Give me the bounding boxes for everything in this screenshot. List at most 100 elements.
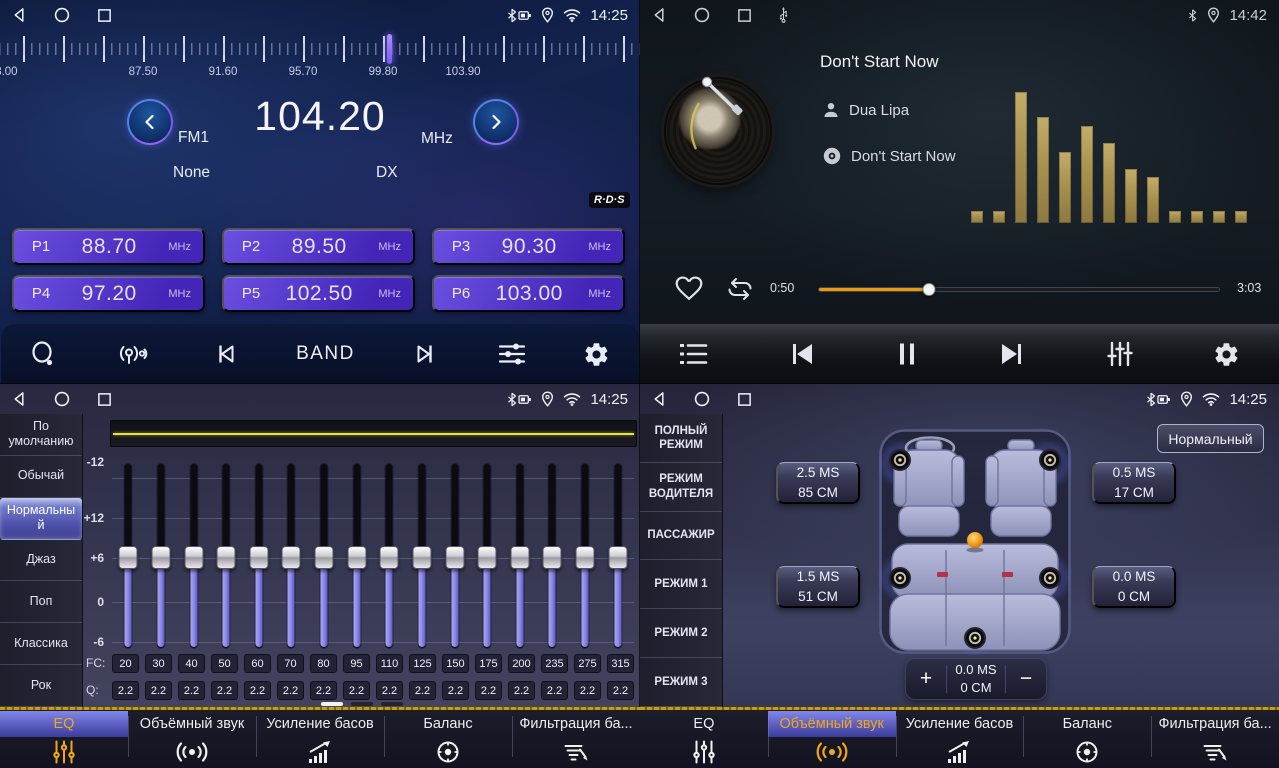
- eq-preset-item[interactable]: Джаз: [0, 540, 82, 582]
- slider-thumb[interactable]: [608, 546, 627, 569]
- slider-thumb[interactable]: [412, 546, 431, 569]
- slider-thumb[interactable]: [347, 546, 366, 569]
- q-value[interactable]: 2.2: [112, 681, 139, 700]
- fc-value[interactable]: 200: [508, 654, 535, 673]
- q-value[interactable]: 2.2: [409, 681, 436, 700]
- back-icon[interactable]: [652, 391, 667, 407]
- eq-band-slider[interactable]: [438, 462, 471, 650]
- fc-value[interactable]: 315: [607, 654, 634, 673]
- tuning-indicator[interactable]: [387, 34, 392, 64]
- q-value[interactable]: 2.2: [574, 681, 601, 700]
- settings-gear-icon[interactable]: [1213, 341, 1240, 368]
- q-value[interactable]: 2.2: [607, 681, 634, 700]
- rear-left-delay-button[interactable]: 1.5 MS 51 CM: [776, 566, 860, 608]
- audio-tab[interactable]: EQ: [0, 707, 128, 768]
- fc-value[interactable]: 235: [541, 654, 568, 673]
- eq-band-slider[interactable]: [145, 462, 178, 650]
- seek-up-button[interactable]: [473, 99, 519, 145]
- listening-mode-item[interactable]: ПАССАЖИР: [640, 512, 722, 561]
- eq-band-slider[interactable]: [112, 462, 145, 650]
- album-art[interactable]: [664, 77, 772, 185]
- progress-bar[interactable]: [818, 287, 1220, 292]
- q-value[interactable]: 2.2: [310, 681, 337, 700]
- eq-band-slider[interactable]: [601, 462, 634, 650]
- eq-band-slider[interactable]: [373, 462, 406, 650]
- listening-mode-item[interactable]: РЕЖИМ 2: [640, 609, 722, 658]
- fc-value[interactable]: 150: [442, 654, 469, 673]
- audio-tab[interactable]: Усиление басов: [896, 707, 1024, 768]
- eq-band-slider[interactable]: [243, 462, 276, 650]
- preset-button[interactable]: P3 90.30 MHz: [432, 228, 625, 265]
- next-station-icon[interactable]: [412, 340, 440, 368]
- q-value[interactable]: 2.2: [475, 681, 502, 700]
- slider-thumb[interactable]: [249, 546, 268, 569]
- listening-mode-item[interactable]: ПОЛНЫЙ РЕЖИМ: [640, 414, 722, 463]
- preset-button[interactable]: P2 89.50 MHz: [222, 228, 415, 265]
- eq-preset-item[interactable]: Рок: [0, 665, 82, 707]
- seek-down-button[interactable]: [127, 99, 173, 145]
- q-value[interactable]: 2.2: [343, 681, 370, 700]
- front-right-delay-button[interactable]: 0.5 MS 17 CM: [1092, 462, 1176, 504]
- recents-icon[interactable]: [737, 392, 752, 407]
- preset-button[interactable]: P4 97.20 MHz: [12, 275, 205, 312]
- preset-button[interactable]: P5 102.50 MHz: [222, 275, 415, 312]
- scan-search-icon[interactable]: [29, 339, 59, 369]
- fc-value[interactable]: 125: [409, 654, 436, 673]
- increase-delay-button[interactable]: +: [906, 666, 946, 692]
- q-value[interactable]: 2.2: [508, 681, 535, 700]
- fc-value[interactable]: 80: [310, 654, 337, 673]
- fc-value[interactable]: 60: [244, 654, 271, 673]
- slider-thumb[interactable]: [119, 546, 138, 569]
- home-icon[interactable]: [54, 391, 70, 407]
- audio-tab[interactable]: EQ: [640, 707, 768, 768]
- eq-band-slider[interactable]: [406, 462, 439, 650]
- settings-gear-icon[interactable]: [583, 341, 610, 368]
- eq-band-slider[interactable]: [210, 462, 243, 650]
- page-dot[interactable]: [381, 702, 403, 706]
- car-cabin-illustration[interactable]: [878, 428, 1072, 655]
- back-icon[interactable]: [12, 7, 27, 23]
- q-value[interactable]: 2.2: [244, 681, 271, 700]
- audio-tab[interactable]: Фильтрация ба...: [512, 707, 640, 768]
- favorite-heart-icon[interactable]: [674, 274, 704, 301]
- slider-thumb[interactable]: [445, 546, 464, 569]
- slider-thumb[interactable]: [478, 546, 497, 569]
- q-value[interactable]: 2.2: [442, 681, 469, 700]
- audio-tab[interactable]: Усиление басов: [256, 707, 384, 768]
- eq-preset-item[interactable]: Нормальный: [0, 498, 82, 540]
- slider-thumb[interactable]: [217, 546, 236, 569]
- home-icon[interactable]: [54, 7, 70, 23]
- page-dot[interactable]: [351, 702, 373, 706]
- q-value[interactable]: 2.2: [178, 681, 205, 700]
- listening-mode-item[interactable]: РЕЖИМ ВОДИТЕЛЯ: [640, 463, 722, 512]
- tune-sliders-icon[interactable]: [497, 340, 527, 368]
- eq-band-slider[interactable]: [308, 462, 341, 650]
- dx-mode-label[interactable]: DX: [376, 164, 398, 182]
- audio-tab[interactable]: Баланс: [384, 707, 512, 768]
- home-icon[interactable]: [694, 391, 710, 407]
- fc-value[interactable]: 30: [145, 654, 172, 673]
- eq-preset-item[interactable]: По умолчанию: [0, 414, 82, 456]
- fc-value[interactable]: 70: [277, 654, 304, 673]
- fc-value[interactable]: 95: [343, 654, 370, 673]
- recents-icon[interactable]: [97, 8, 112, 23]
- preset-button[interactable]: P1 88.70 MHz: [12, 228, 205, 265]
- eq-preset-item[interactable]: Обычай: [0, 456, 82, 498]
- previous-track-icon[interactable]: [787, 341, 817, 367]
- preset-button[interactable]: P6 103.00 MHz: [432, 275, 625, 312]
- playlist-icon[interactable]: [679, 341, 709, 367]
- broadcast-icon[interactable]: [116, 340, 154, 368]
- fc-value[interactable]: 40: [178, 654, 205, 673]
- slider-thumb[interactable]: [576, 546, 595, 569]
- slider-thumb[interactable]: [315, 546, 334, 569]
- audio-tab[interactable]: Фильтрация ба...: [1151, 707, 1279, 768]
- eq-band-slider[interactable]: [275, 462, 308, 650]
- band-button[interactable]: BAND: [296, 343, 355, 365]
- q-value[interactable]: 2.2: [277, 681, 304, 700]
- listening-mode-item[interactable]: РЕЖИМ 3: [640, 658, 722, 707]
- eq-band-slider[interactable]: [569, 462, 602, 650]
- decrease-delay-button[interactable]: −: [1006, 666, 1046, 692]
- recents-icon[interactable]: [737, 8, 752, 23]
- recents-icon[interactable]: [97, 392, 112, 407]
- mixer-sliders-icon[interactable]: [1105, 340, 1135, 368]
